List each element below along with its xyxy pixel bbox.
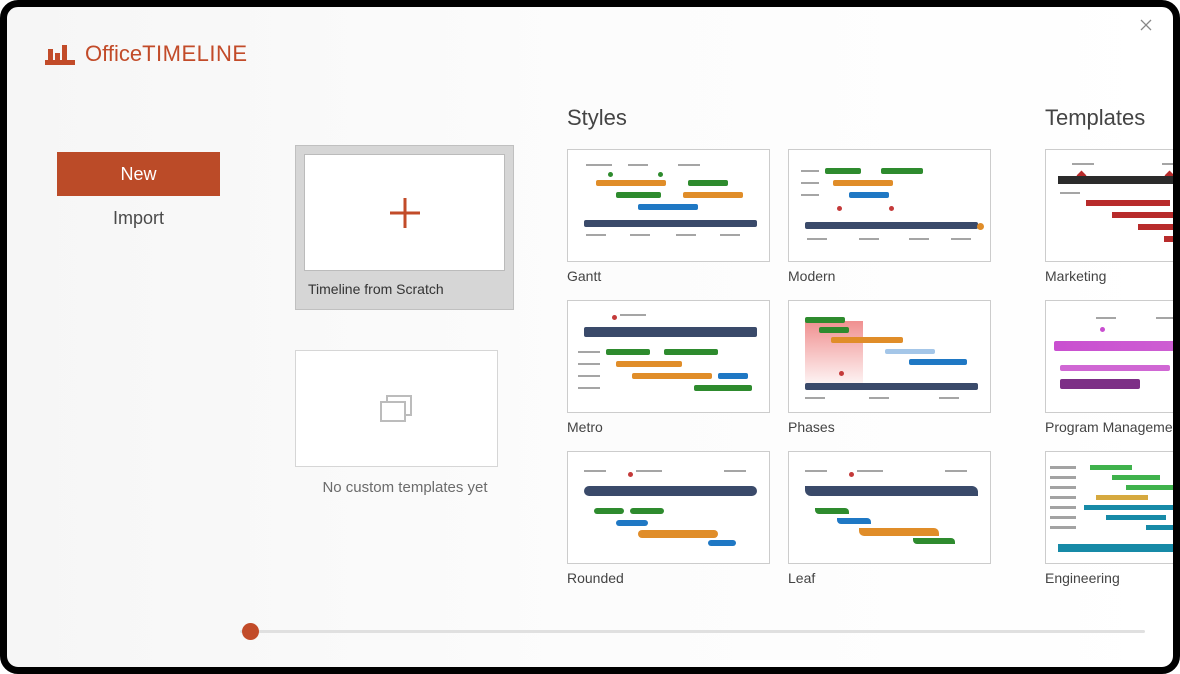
nav-import[interactable]: Import [57,196,220,240]
sidebar: New Import [57,152,220,240]
template-label-program-management: Program Management [1045,419,1173,435]
templates-grid: Marketing Program Management [1045,149,1173,590]
plus-icon [387,195,423,231]
template-thumb-marketing [1045,149,1173,262]
style-thumb-gantt [567,149,770,262]
style-label-leaf: Leaf [788,570,991,586]
no-custom-templates-tile: No custom templates yet [295,350,515,496]
office-timeline-window: OfficeTIMELINE New Import Timeline from … [0,0,1180,674]
template-card-engineering[interactable]: Engineering [1045,451,1173,590]
template-thumb-engineering [1045,451,1173,564]
timeline-from-scratch-card[interactable]: Timeline from Scratch [295,145,514,310]
style-card-rounded[interactable]: Rounded [567,451,770,590]
style-thumb-modern [788,149,991,262]
style-card-leaf[interactable]: Leaf [788,451,991,590]
style-label-rounded: Rounded [567,570,770,586]
scratch-caption: Timeline from Scratch [304,271,505,297]
template-card-program-management[interactable]: Program Management [1045,300,1173,439]
left-column: Timeline from Scratch No custom template… [295,145,515,496]
brand-timeline: TIMELINE [142,41,247,66]
scratch-thumb [304,154,505,271]
empty-thumb [295,350,498,467]
progress-track [240,630,1145,633]
style-label-metro: Metro [567,419,770,435]
style-label-phases: Phases [788,419,991,435]
styles-title: Styles [567,105,1007,131]
template-label-marketing: Marketing [1045,268,1173,284]
stacked-rect-icon [377,392,417,426]
style-card-gantt[interactable]: Gantt [567,149,770,288]
style-card-modern[interactable]: Modern [788,149,991,288]
empty-caption: No custom templates yet [295,479,515,496]
style-label-gantt: Gantt [567,268,770,284]
style-thumb-metro [567,300,770,413]
page-progress[interactable] [240,623,1145,639]
brand-office: Office [85,41,142,66]
style-card-metro[interactable]: Metro [567,300,770,439]
style-thumb-phases [788,300,991,413]
templates-section: Templates Marketing [1045,105,1173,590]
content-area: Timeline from Scratch No custom template… [295,105,1173,607]
brand-logo: OfficeTIMELINE [45,41,248,67]
progress-handle[interactable] [242,623,259,640]
template-label-engineering: Engineering [1045,570,1173,586]
style-thumb-rounded [567,451,770,564]
style-card-phases[interactable]: Phases [788,300,991,439]
template-card-marketing[interactable]: Marketing [1045,149,1173,288]
brand-text: OfficeTIMELINE [85,41,248,67]
style-label-modern: Modern [788,268,991,284]
style-thumb-leaf [788,451,991,564]
nav-new[interactable]: New [57,152,220,196]
close-button[interactable] [1137,19,1155,37]
templates-title: Templates [1045,105,1173,131]
styles-section: Styles [567,105,1007,590]
close-icon [1140,19,1152,31]
template-thumb-program-management [1045,300,1173,413]
logo-icon [45,42,75,66]
styles-grid: Gantt [567,149,1007,590]
